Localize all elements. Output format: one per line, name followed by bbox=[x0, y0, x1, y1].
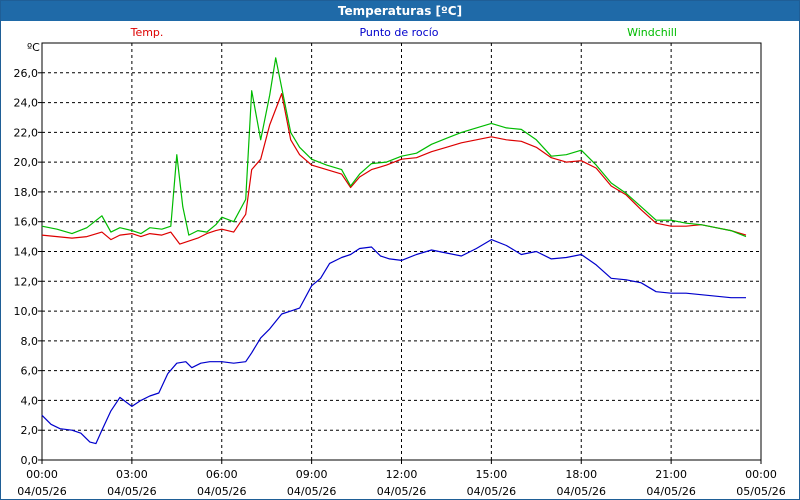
x-tick-time: 18:00 bbox=[565, 468, 597, 481]
y-tick-label: 26,0 bbox=[14, 67, 39, 80]
x-tick-date: 04/05/26 bbox=[377, 485, 426, 498]
x-tick-date: 04/05/26 bbox=[467, 485, 516, 498]
y-tick-label: 24,0 bbox=[14, 97, 39, 110]
y-unit-label: ºC bbox=[27, 41, 40, 54]
x-tick-date: 04/05/26 bbox=[287, 485, 336, 498]
y-tick-label: 2,0 bbox=[21, 424, 39, 437]
legend-entry-2: Windchill bbox=[627, 26, 677, 39]
y-tick-label: 4,0 bbox=[21, 394, 39, 407]
y-tick-label: 18,0 bbox=[14, 186, 39, 199]
y-tick-label: 10,0 bbox=[14, 305, 39, 318]
x-tick-time: 00:00 bbox=[26, 468, 58, 481]
x-tick-date: 04/05/26 bbox=[197, 485, 246, 498]
x-tick-time: 09:00 bbox=[296, 468, 328, 481]
x-tick-time: 00:00 bbox=[745, 468, 777, 481]
y-tick-label: 8,0 bbox=[21, 335, 39, 348]
legend-entry-0: Temp. bbox=[130, 26, 164, 39]
y-tick-label: 16,0 bbox=[14, 216, 39, 229]
legend-entry-1: Punto de rocío bbox=[359, 26, 438, 39]
x-tick-date: 04/05/26 bbox=[646, 485, 695, 498]
y-tick-label: 22,0 bbox=[14, 126, 39, 139]
chart-window: Temperaturas [ºC] 0,0 2,0 4,0 6,0 8,0 10,0 12,… bbox=[0, 0, 800, 500]
y-tick-label: 6,0 bbox=[21, 365, 39, 378]
y-tick-label: 0,0 bbox=[21, 454, 39, 467]
y-tick-label: 20,0 bbox=[14, 156, 39, 169]
x-tick-time: 15:00 bbox=[476, 468, 508, 481]
x-tick-time: 21:00 bbox=[655, 468, 687, 481]
x-tick-time: 03:00 bbox=[116, 468, 148, 481]
x-tick-time: 06:00 bbox=[206, 468, 238, 481]
temperature-chart: 0,0 2,0 4,0 6,0 8,0 10,0 12,0 14,0 16,0 18,0 20,0 2… bbox=[14, 26, 786, 498]
x-tick-time: 12:00 bbox=[386, 468, 418, 481]
y-tick-label: 12,0 bbox=[14, 275, 39, 288]
x-tick-date: 04/05/26 bbox=[107, 485, 156, 498]
x-tick-date: 05/05/26 bbox=[736, 485, 785, 498]
x-tick-date: 04/05/26 bbox=[17, 485, 66, 498]
y-tick-label: 14,0 bbox=[14, 246, 39, 259]
x-tick-date: 04/05/26 bbox=[557, 485, 606, 498]
